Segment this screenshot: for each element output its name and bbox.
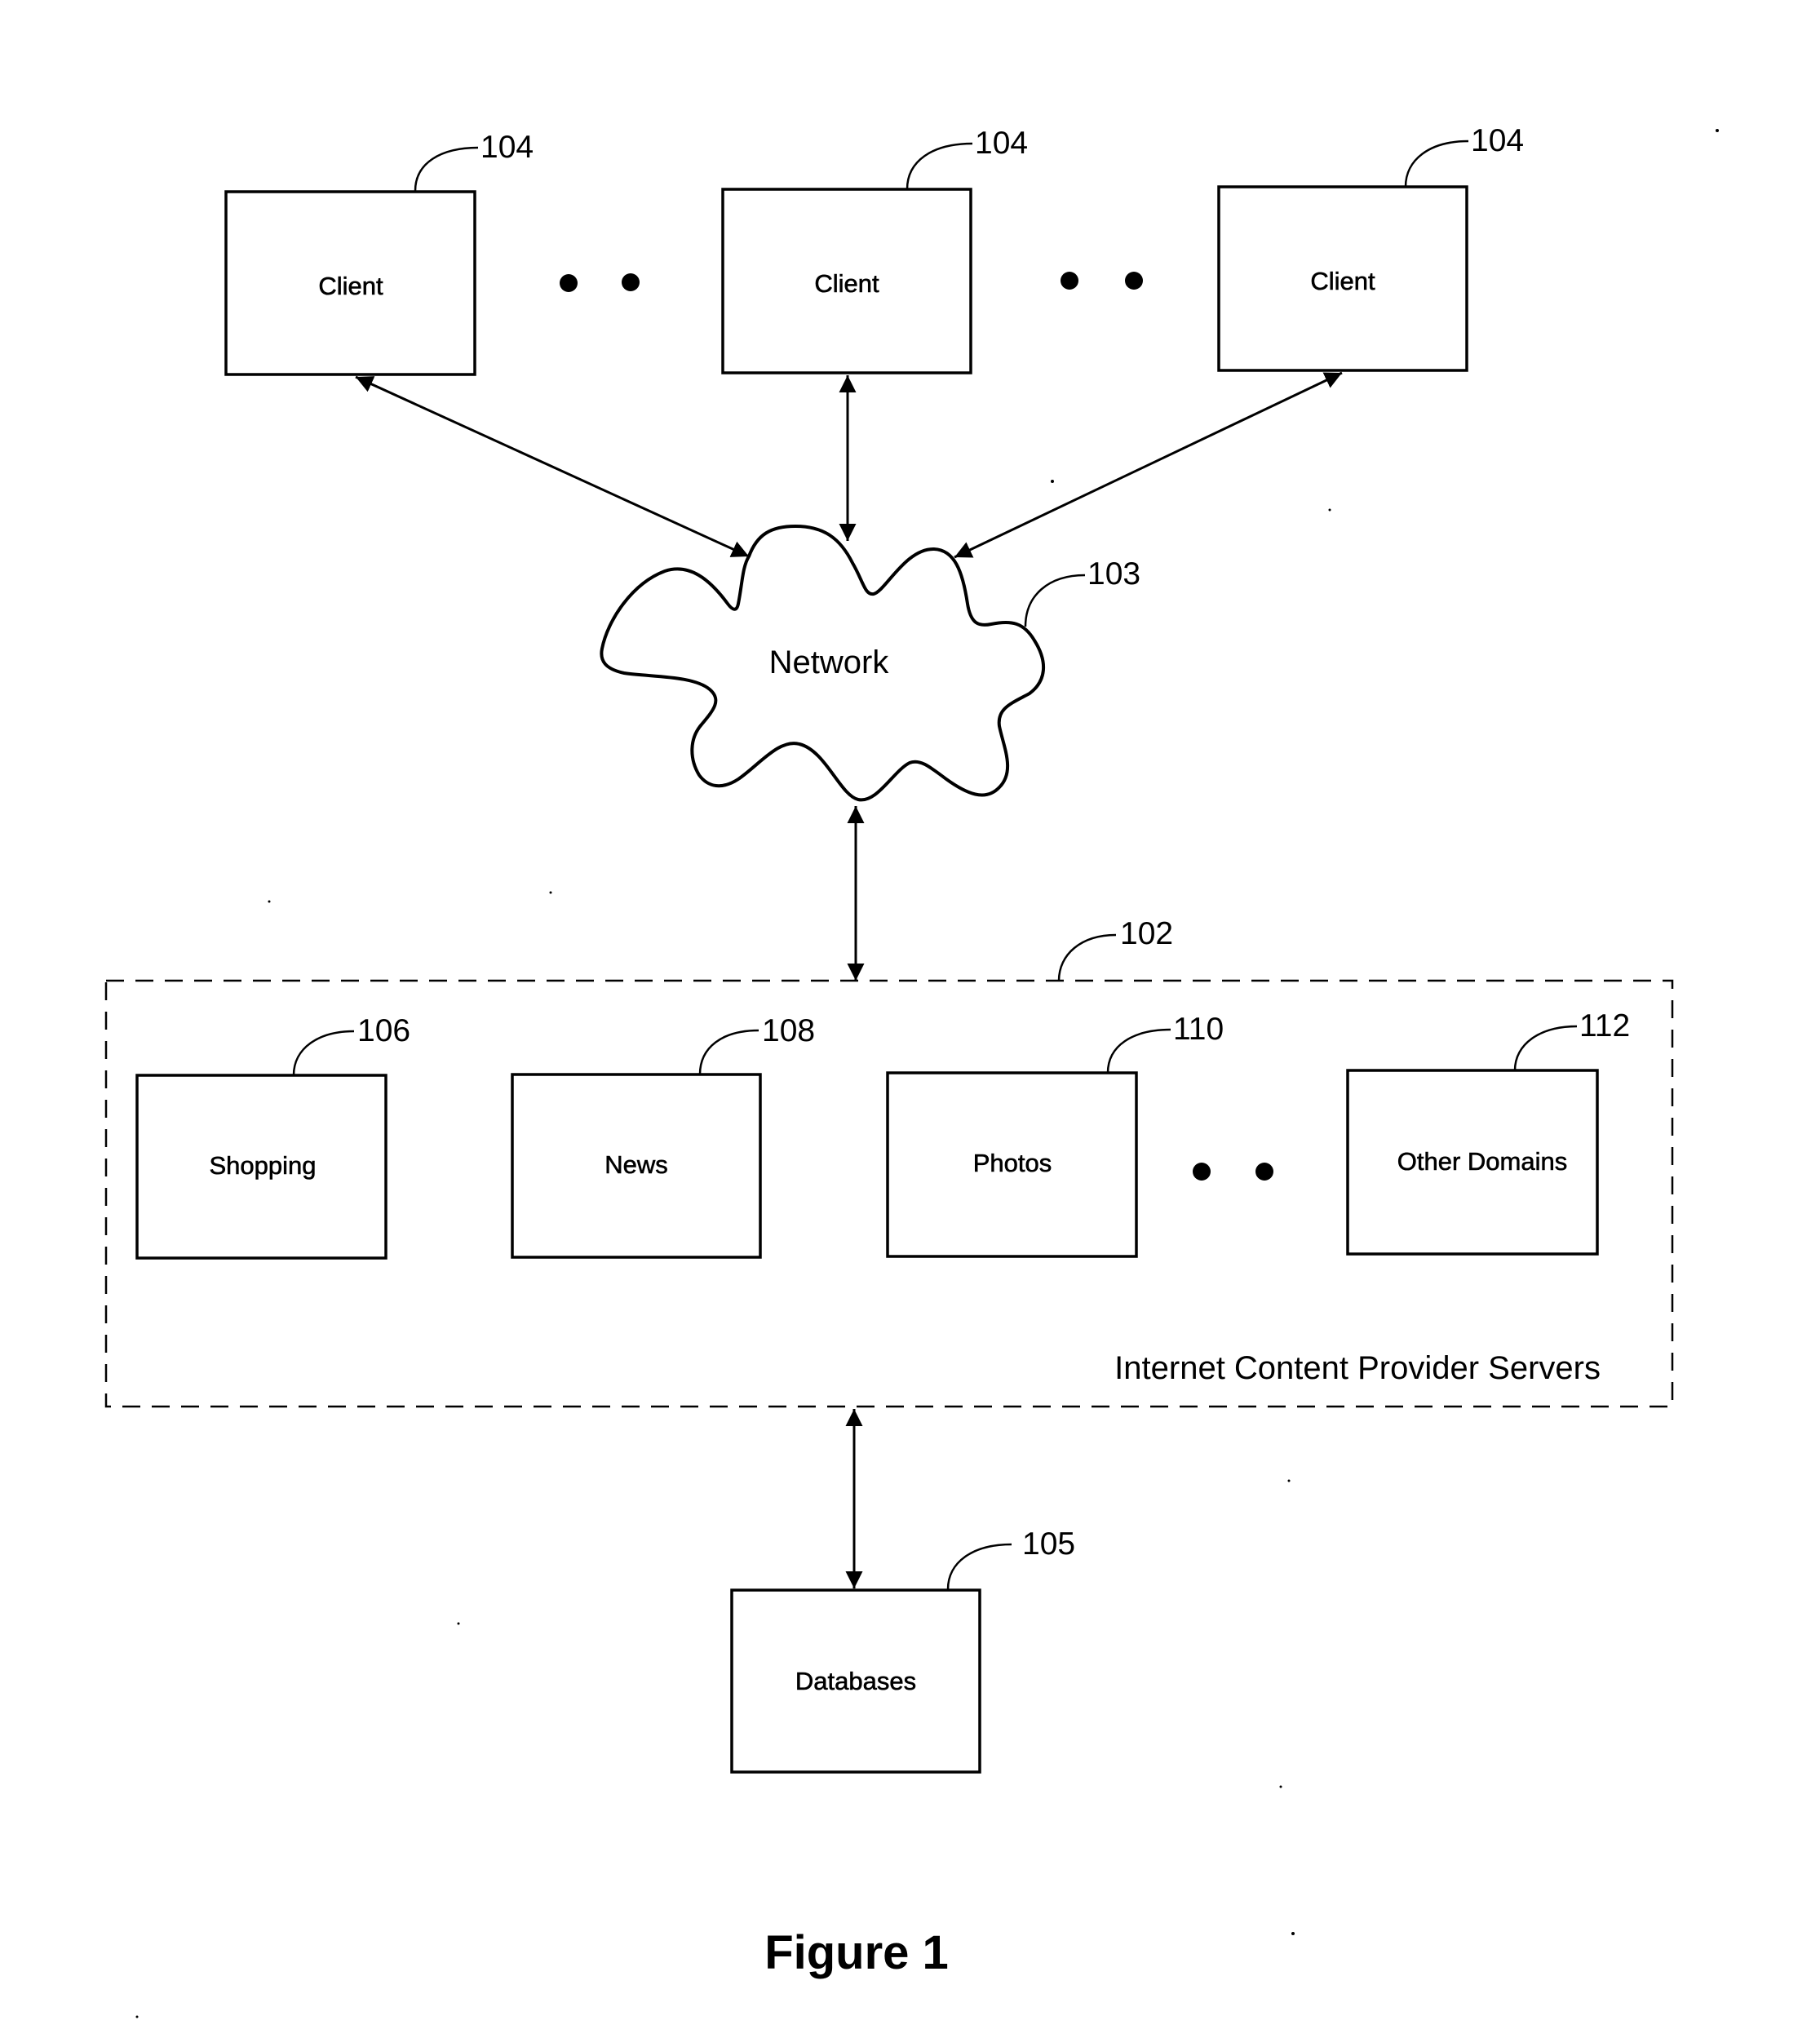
ellipsis-dot <box>1193 1163 1211 1181</box>
ref-label-112: 112 <box>1579 1008 1630 1043</box>
server-label-photos: Photos <box>973 1149 1052 1177</box>
leader-line-112 <box>1513 1025 1578 1071</box>
figure-caption: Figure 1 <box>764 1926 949 1979</box>
scan-speck <box>268 900 271 903</box>
server-label-shopping: Shopping <box>209 1151 316 1180</box>
databases-node: 105 Databases <box>730 1526 1075 1774</box>
ref-label-104b: 104 <box>975 126 1028 161</box>
client-label-1: Client <box>318 272 383 300</box>
client-node-1: 104 Client <box>224 130 534 376</box>
leader-line-105 <box>946 1543 1012 1590</box>
network-architecture-diagram: 104 Client 104 Client 104 Client Network… <box>104 123 1719 2018</box>
scan-speck <box>1051 480 1054 483</box>
leader-line-110 <box>1106 1028 1171 1074</box>
ref-label-104a: 104 <box>480 130 534 165</box>
ellipsis-dot <box>560 274 578 292</box>
network-cloud: Network 103 <box>600 525 1140 802</box>
scan-speck <box>549 891 552 894</box>
scan-speck <box>1287 1479 1291 1482</box>
ref-label-106: 106 <box>357 1013 410 1048</box>
ref-label-103: 103 <box>1087 556 1140 591</box>
scan-speck <box>457 1622 460 1625</box>
databases-label: Databases <box>795 1667 916 1695</box>
client-node-2: 104 Client <box>721 126 1028 374</box>
ref-label-102: 102 <box>1120 916 1173 951</box>
ellipsis-clients-1 <box>560 273 640 292</box>
client-node-3: 104 Client <box>1217 123 1524 372</box>
leader-line-104b <box>906 142 973 190</box>
leader-line-102 <box>1057 933 1117 981</box>
network-label: Network <box>769 645 890 680</box>
provider-container-label: Internet Content Provider Servers <box>1114 1350 1601 1386</box>
ellipsis-servers <box>1193 1163 1273 1181</box>
server-label-news: News <box>604 1150 668 1179</box>
scan-speck <box>1291 1932 1295 1935</box>
scan-speck <box>1279 1785 1282 1788</box>
connector-client3-network <box>954 371 1343 559</box>
server-label-other-domains: Other Domains <box>1397 1147 1567 1176</box>
leader-line-106 <box>292 1030 355 1076</box>
leader-line-103 <box>1024 574 1086 627</box>
leader-line-104a <box>414 146 479 192</box>
scan-speck <box>1716 129 1719 132</box>
leader-line-104c <box>1404 140 1469 188</box>
ref-label-110: 110 <box>1173 1012 1224 1047</box>
connector-client1-network <box>355 375 750 558</box>
leader-line-108 <box>698 1029 759 1075</box>
ref-label-105: 105 <box>1022 1526 1075 1562</box>
ellipsis-dot <box>1061 272 1078 290</box>
provider-servers-group: 102 106 Shopping 108 News 110 Photos 112… <box>104 916 1674 1408</box>
ellipsis-dot <box>1255 1163 1273 1181</box>
ref-label-104c: 104 <box>1471 123 1524 158</box>
ellipsis-clients-2 <box>1061 272 1143 290</box>
ellipsis-dot <box>622 273 640 291</box>
scan-speck <box>135 2015 139 2018</box>
ellipsis-dot <box>1125 272 1143 290</box>
scan-speck <box>1328 508 1331 512</box>
client-label-3: Client <box>1310 267 1375 295</box>
ref-label-108: 108 <box>762 1013 815 1048</box>
client-label-2: Client <box>814 269 879 298</box>
